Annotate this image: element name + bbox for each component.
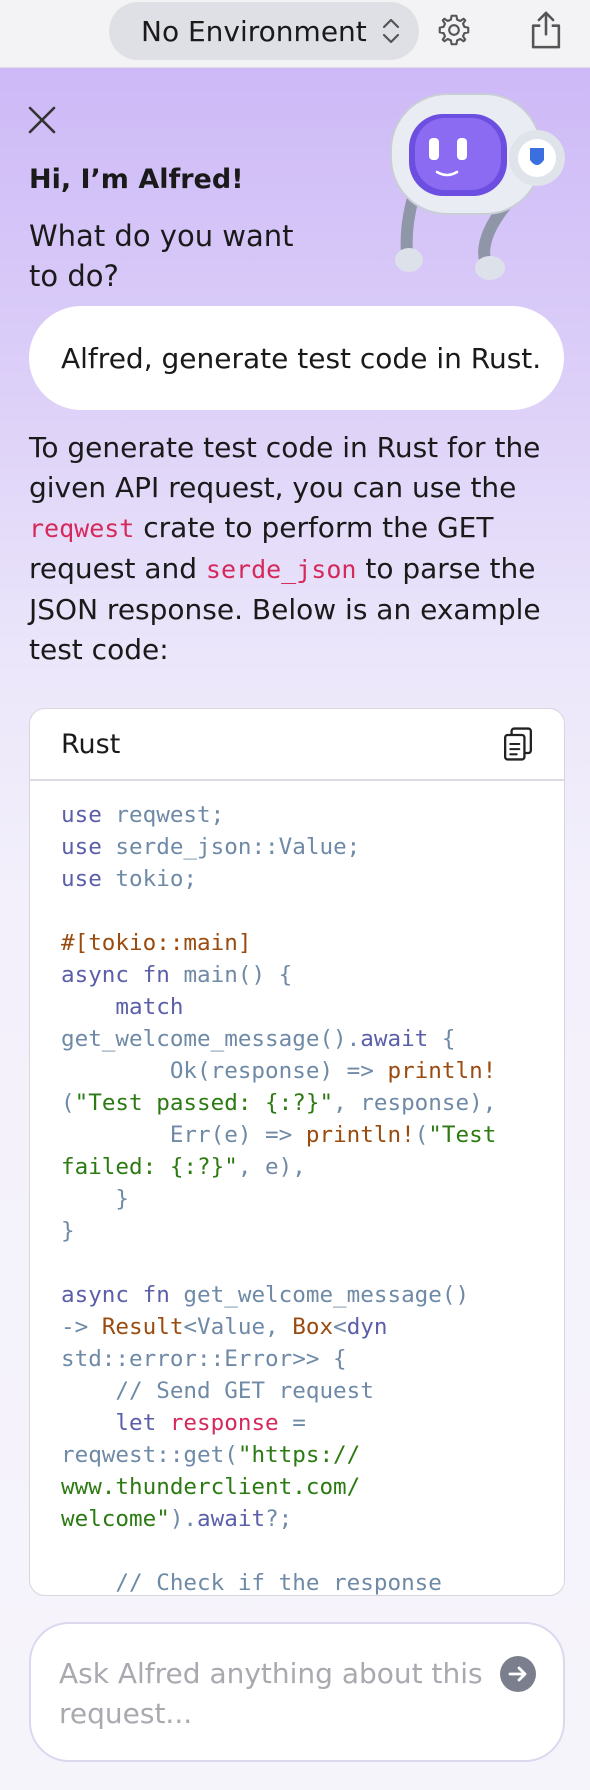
answer-text-part: To generate test code in Rust for the gi… [29, 431, 541, 504]
chevron-updown-icon [382, 18, 400, 44]
code-token: println! [305, 1122, 415, 1148]
top-bar: No Environment [0, 0, 590, 68]
code-line: www.thunderclient.com/ [61, 1471, 564, 1503]
send-arrow-icon[interactable] [500, 1656, 536, 1692]
code-token: println! [387, 1058, 497, 1084]
code-token: // Send GET request [61, 1378, 374, 1404]
code-line: Err(e) => println!("Test [61, 1119, 564, 1151]
code-line: Ok(response) => println! [61, 1055, 564, 1087]
code-token: failed: {:?}" [61, 1154, 238, 1180]
code-line: reqwest::get("https:// [61, 1439, 564, 1471]
code-line: // Send GET request [61, 1375, 564, 1407]
code-line: } [61, 1183, 564, 1215]
code-line: use tokio; [61, 863, 564, 895]
code-token: Err(e) => [61, 1122, 306, 1148]
code-token: < [333, 1314, 347, 1340]
code-line: match [61, 991, 564, 1023]
inline-code-serde-json: serde_json [205, 555, 357, 584]
code-token: ( [61, 1090, 75, 1116]
code-line: use reqwest; [61, 799, 564, 831]
code-token: "Test passed: {:?}" [74, 1090, 334, 1116]
code-token: await [197, 1506, 266, 1532]
code-token: reqwest::get( [61, 1442, 238, 1468]
code-token: <Value, [183, 1314, 293, 1340]
code-line: failed: {:?}", e), [61, 1151, 564, 1183]
code-block-header: Rust [30, 709, 564, 781]
code-token: std::error::Error>> { [61, 1346, 347, 1372]
code-token: use [61, 834, 102, 860]
code-token: response [169, 1410, 279, 1436]
code-token: ?; [265, 1506, 293, 1532]
code-language-label: Rust [61, 728, 121, 760]
code-line: #[tokio::main] [61, 927, 564, 959]
code-line: welcome").await?; [61, 1503, 564, 1535]
code-token: ). [169, 1506, 198, 1532]
gear-icon[interactable] [436, 12, 472, 48]
prompt-text: What do you want to do? [29, 219, 294, 293]
code-token: Result [101, 1314, 184, 1340]
code-token: ( [414, 1122, 429, 1148]
code-token: async fn [61, 1282, 170, 1308]
code-token: } [61, 1186, 130, 1212]
code-token: { [428, 1026, 456, 1052]
code-line: use serde_json::Value; [61, 831, 564, 863]
share-icon[interactable] [528, 10, 564, 50]
greeting-heading: Hi, I’m Alfred! [29, 164, 244, 195]
code-token: welcome" [61, 1506, 170, 1532]
code-token: , response), [333, 1090, 497, 1116]
code-line: ("Test passed: {:?}", response), [61, 1087, 564, 1119]
ask-alfred-input[interactable]: Ask Alfred anything about this request..… [29, 1622, 565, 1762]
code-line: let response = [61, 1407, 564, 1439]
code-token: reqwest; [115, 802, 225, 828]
code-token: -> [61, 1314, 102, 1340]
code-token: Ok(response) => [61, 1058, 388, 1084]
code-block: Rust use reqwest; use serde_json::Value; u… [29, 708, 565, 1596]
code-line: std::error::Error>> { [61, 1343, 564, 1375]
code-line: async fn main() { [61, 959, 564, 991]
ask-alfred-placeholder[interactable]: Ask Alfred anything about this request..… [59, 1654, 489, 1734]
code-token: } [61, 1218, 75, 1244]
environment-label: No Environment [141, 14, 367, 48]
code-token: async fn [61, 962, 170, 988]
copy-icon[interactable] [502, 726, 534, 762]
code-token: main() { [183, 962, 293, 988]
code-token: await [360, 1026, 429, 1052]
code-content: use reqwest; use serde_json::Value; use to… [30, 781, 564, 1596]
code-token: "Test [428, 1122, 497, 1148]
code-token: match [61, 994, 184, 1020]
code-token: = [278, 1410, 306, 1436]
code-token: use [61, 802, 102, 828]
code-line: async fn get_welcome_message() [61, 1279, 564, 1311]
code-line: get_welcome_message().await { [61, 1023, 564, 1055]
close-icon[interactable] [26, 104, 58, 136]
code-token: get_welcome_message() [169, 1282, 470, 1308]
alfred-answer-text: To generate test code in Rust for the gi… [29, 428, 569, 670]
alfred-panel: Hi, I’m Alfred! What do you want to do? … [0, 68, 590, 1790]
environment-select[interactable]: No Environment [109, 2, 419, 60]
code-token: Box [292, 1314, 334, 1340]
code-token: get_welcome_message(). [61, 1026, 361, 1052]
user-message-text: Alfred, generate test code in Rust. [61, 341, 542, 375]
user-message-bubble: Alfred, generate test code in Rust. [29, 306, 564, 410]
alfred-robot-avatar [390, 93, 565, 280]
code-token: , e), [237, 1154, 306, 1180]
code-token: let [61, 1410, 157, 1436]
code-token: #[tokio::main] [61, 930, 252, 956]
code-token: www.thunderclient.com/ [61, 1474, 361, 1500]
code-token: use [61, 866, 102, 892]
code-token: serde_json::Value; [115, 834, 361, 860]
code-token: tokio; [115, 866, 198, 892]
inline-code-reqwest: reqwest [29, 514, 135, 543]
code-token: "https:// [237, 1442, 361, 1468]
code-token: dyn [346, 1314, 388, 1340]
code-line: // Check if the response [61, 1567, 564, 1596]
code-line: -> Result<Value, Box<dyn [61, 1311, 564, 1343]
code-token: // Check if the response [61, 1570, 442, 1596]
code-line: } [61, 1215, 564, 1247]
